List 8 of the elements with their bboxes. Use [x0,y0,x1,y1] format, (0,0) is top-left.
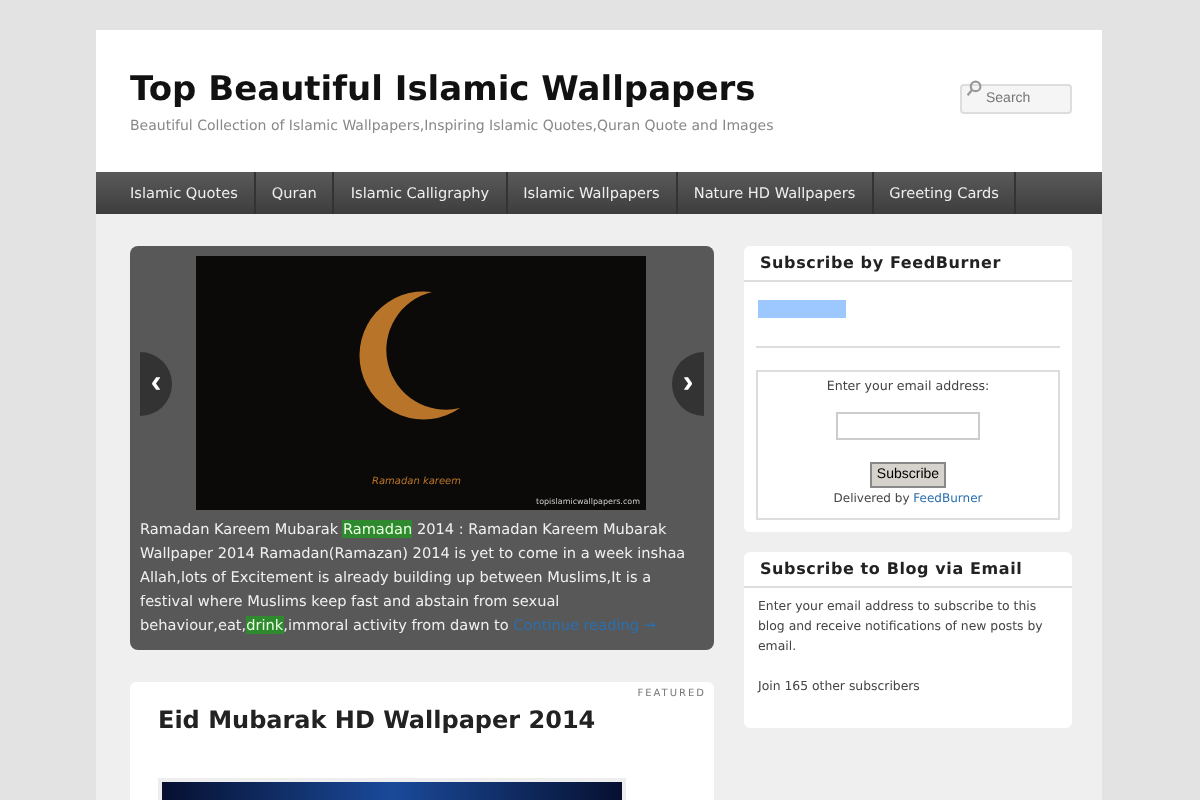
widget-title: Subscribe by FeedBurner [744,246,1072,282]
feed-badge-icon [758,300,846,318]
post-title[interactable]: Eid Mubarak HD Wallpaper 2014 [158,706,686,734]
site-title[interactable]: Top Beautiful Islamic Wallpapers [130,70,774,110]
previous-button[interactable]: ‹ [140,352,172,416]
widget-title: Subscribe to Blog via Email [744,552,1072,588]
next-button[interactable]: › [672,352,704,416]
email-field[interactable] [836,412,980,440]
